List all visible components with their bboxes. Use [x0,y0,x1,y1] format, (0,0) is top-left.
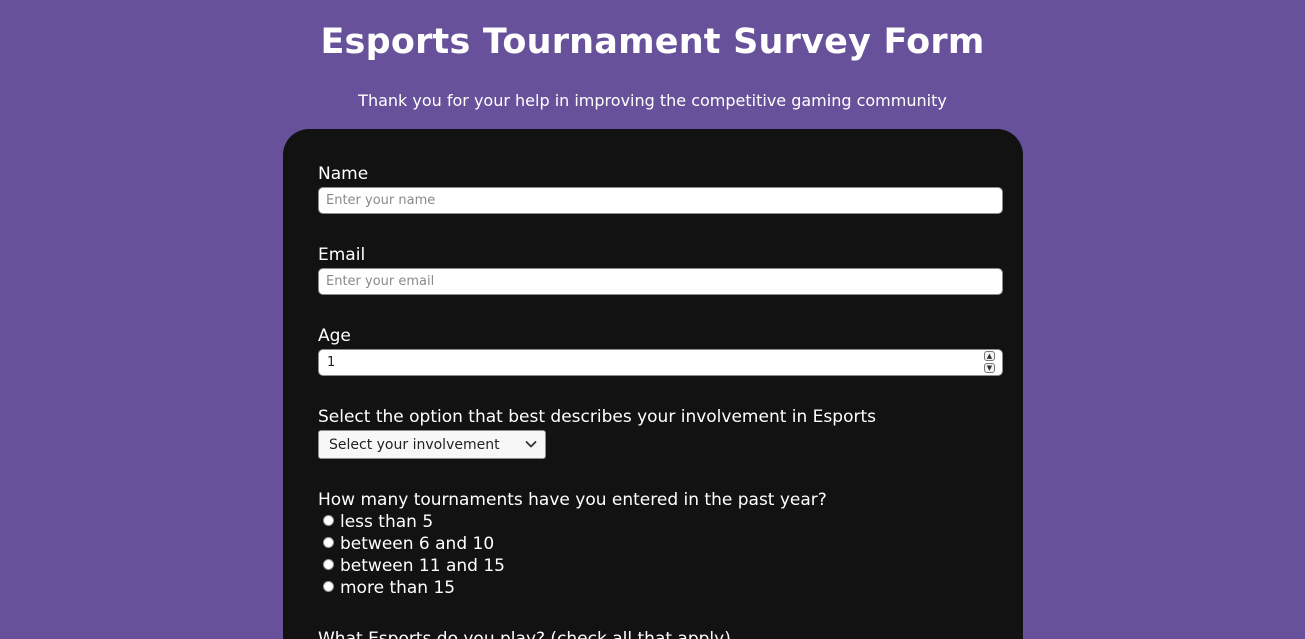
email-input[interactable] [318,268,1003,295]
age-input[interactable]: 1 ▲ ▼ [318,349,1003,376]
involvement-select[interactable]: Select your involvement [318,430,546,459]
radio-label: more than 15 [340,578,456,598]
radio-circle-icon[interactable] [323,559,334,570]
radio-circle-icon[interactable] [323,515,334,526]
tournaments-question: How many tournaments have you entered in… [318,490,827,510]
chevron-down-icon [525,441,537,448]
spin-up-icon[interactable]: ▲ [984,351,995,361]
radio-label: between 11 and 15 [340,556,505,576]
page-subtitle: Thank you for your help in improving the… [358,91,947,110]
age-value: 1 [327,355,336,370]
spin-down-icon[interactable]: ▼ [984,363,995,373]
page-title: Esports Tournament Survey Form [320,22,985,62]
email-label: Email [318,245,366,265]
involvement-label: Select the option that best describes yo… [318,407,876,427]
radio-circle-icon[interactable] [323,537,334,548]
radio-label: less than 5 [340,512,434,532]
age-label: Age [318,326,351,346]
age-spinner[interactable]: ▲ ▼ [984,351,996,374]
survey-form: Name Email Age 1 ▲ ▼ Select the option t… [283,129,1023,639]
esports-question: What Esports do you play? (check all tha… [318,629,731,639]
involvement-selected-value: Select your involvement [329,437,500,453]
radio-circle-icon[interactable] [323,581,334,592]
name-input[interactable] [318,187,1003,214]
page: Esports Tournament Survey Form Thank you… [0,0,1305,639]
name-label: Name [318,164,369,184]
radio-label: between 6 and 10 [340,534,495,554]
